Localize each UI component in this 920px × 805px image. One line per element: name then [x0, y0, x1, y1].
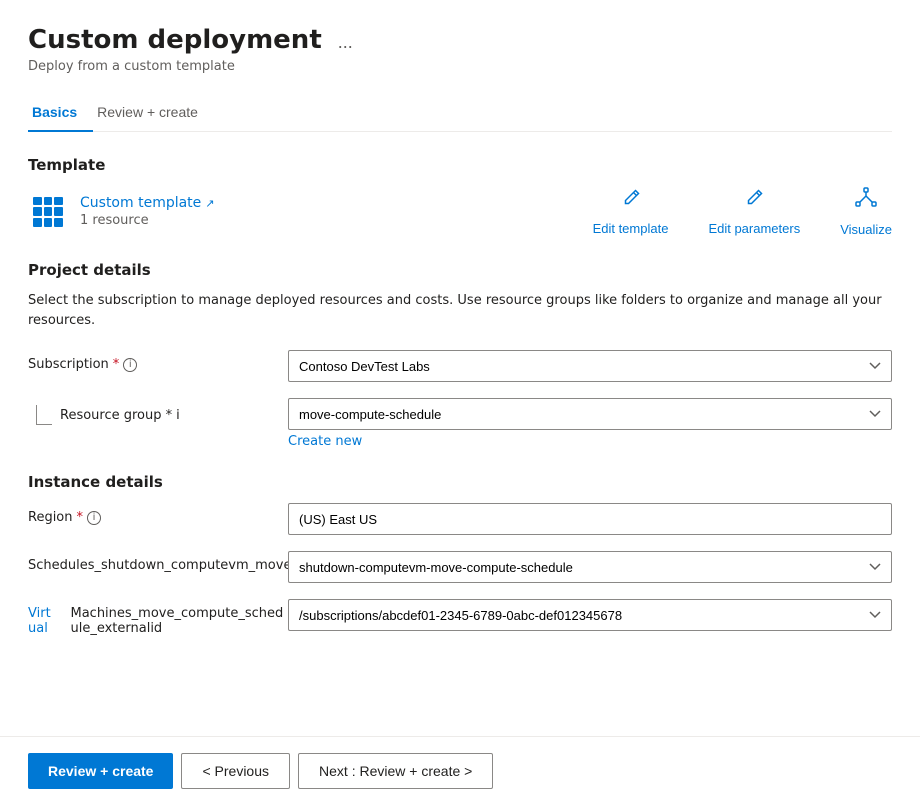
subscription-row: Subscription * i Contoso DevTest Labs	[28, 350, 892, 382]
resource-group-row: Resource group * i move-compute-schedule…	[28, 398, 892, 449]
tabs-container: Basics Review + create	[28, 94, 892, 132]
template-row: Custom template ↗ 1 resource	[28, 186, 892, 237]
resource-group-control: move-compute-schedule Create new	[288, 398, 892, 449]
ellipsis-menu-button[interactable]: ...	[332, 28, 359, 57]
edit-parameters-label: Edit parameters	[708, 221, 800, 236]
next-button[interactable]: Next : Review + create >	[298, 753, 493, 789]
resource-group-required: *	[166, 408, 173, 423]
external-link-icon: ↗	[205, 197, 214, 210]
review-create-button[interactable]: Review + create	[28, 753, 173, 789]
subscription-dropdown[interactable]: Contoso DevTest Labs	[288, 350, 892, 382]
schedules-control: shutdown-computevm-move-compute-schedule	[288, 551, 892, 583]
previous-button[interactable]: < Previous	[181, 753, 290, 789]
virtual-machines-label: Virtual Machines_move_compute_schedule_e…	[28, 599, 288, 636]
visualize-label: Visualize	[840, 222, 892, 237]
create-new-link[interactable]: Create new	[288, 434, 362, 449]
page-title: Custom deployment	[28, 25, 322, 56]
resource-group-dropdown[interactable]: move-compute-schedule	[288, 398, 892, 430]
virtual-machines-control: /subscriptions/abcdef01-2345-6789-0abc-d…	[288, 599, 892, 631]
virtual-machines-row: Virtual Machines_move_compute_schedule_e…	[28, 599, 892, 636]
region-label: Region * i	[28, 503, 288, 525]
region-input[interactable]	[288, 503, 892, 535]
project-description: Select the subscription to manage deploy…	[28, 291, 892, 330]
region-info-icon[interactable]: i	[87, 511, 101, 525]
instance-details-section: Instance details Region * i Schedules_sh…	[28, 473, 892, 636]
edit-template-button[interactable]: Edit template	[593, 187, 669, 236]
edit-parameters-icon	[743, 187, 765, 215]
region-row: Region * i	[28, 503, 892, 535]
visualize-icon	[854, 186, 878, 216]
project-details-title: Project details	[28, 261, 892, 279]
resource-group-indent: Resource group * i	[28, 398, 288, 425]
template-name-link[interactable]: Custom template ↗	[80, 195, 215, 211]
template-section-title: Template	[28, 156, 892, 174]
resource-group-info-icon[interactable]: i	[176, 408, 180, 423]
region-control	[288, 503, 892, 535]
instance-details-title: Instance details	[28, 473, 892, 491]
template-actions: Edit template Edit parameters	[593, 186, 892, 237]
region-required: *	[77, 510, 84, 525]
schedules-label: Schedules_shutdown_computevm_move_co	[28, 551, 288, 573]
edit-parameters-button[interactable]: Edit parameters	[708, 187, 800, 236]
resource-count: 1 resource	[80, 213, 215, 228]
footer: Review + create < Previous Next : Review…	[0, 736, 920, 805]
virtual-machines-dropdown[interactable]: /subscriptions/abcdef01-2345-6789-0abc-d…	[288, 599, 892, 631]
template-info: Custom template ↗ 1 resource	[28, 192, 215, 232]
edit-template-icon	[620, 187, 642, 215]
template-text: Custom template ↗ 1 resource	[80, 195, 215, 228]
indent-line	[36, 405, 52, 425]
template-icon	[28, 192, 68, 232]
edit-template-label: Edit template	[593, 221, 669, 236]
resource-group-label: Resource group *	[60, 408, 172, 423]
template-grid-icon	[33, 197, 63, 227]
tab-review-create[interactable]: Review + create	[93, 94, 214, 132]
subscription-required: *	[113, 357, 120, 372]
subscription-info-icon[interactable]: i	[123, 358, 137, 372]
schedules-row: Schedules_shutdown_computevm_move_co shu…	[28, 551, 892, 583]
subscription-control: Contoso DevTest Labs	[288, 350, 892, 382]
visualize-button[interactable]: Visualize	[840, 186, 892, 237]
tab-basics[interactable]: Basics	[28, 94, 93, 132]
schedules-dropdown[interactable]: shutdown-computevm-move-compute-schedule	[288, 551, 892, 583]
subscription-label: Subscription * i	[28, 350, 288, 372]
page-subtitle: Deploy from a custom template	[28, 59, 359, 74]
